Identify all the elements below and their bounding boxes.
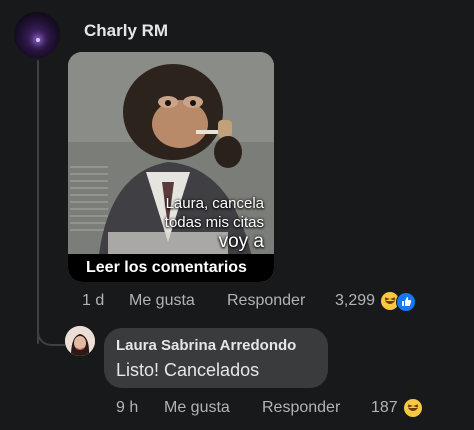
avatar[interactable] [65,326,95,356]
reply-author[interactable]: Laura Sabrina Arredondo [116,337,296,354]
like-button[interactable]: Me gusta [129,292,195,310]
comment-author[interactable]: Charly RM [84,21,168,41]
reply-button[interactable]: Responder [227,292,305,310]
reply-time[interactable]: 9 h [116,399,138,417]
reply-actions: 9 h Me gusta Responder 187 [0,399,474,421]
avatar[interactable] [14,12,60,58]
haha-icon[interactable] [404,399,422,417]
meme-image[interactable]: Laura, cancela todas mis citas voy a Lee… [68,52,274,282]
comment-time[interactable]: 1 d [82,292,104,310]
reply-button[interactable]: Responder [262,399,340,417]
reply-bubble: Laura Sabrina Arredondo Listo! Cancelado… [104,328,328,388]
like-button[interactable]: Me gusta [164,399,230,417]
meme-caption-line: voy a [218,231,264,252]
reaction-count[interactable]: 187 [371,399,398,417]
read-more-label: Leer los comentarios [86,259,247,276]
reply-connector [37,326,65,346]
meme-caption-line: todas mis citas [164,214,264,231]
comment-actions: 1 d Me gusta Responder 3,299 [0,292,474,314]
meme-caption-line: Laura, cancela [165,195,264,212]
reaction-count[interactable]: 3,299 [335,292,375,310]
reply-text: Listo! Cancelados [116,360,260,380]
avatar-light [36,38,40,42]
like-icon[interactable] [396,292,416,312]
read-more-bar[interactable]: Leer los comentarios [68,254,274,282]
